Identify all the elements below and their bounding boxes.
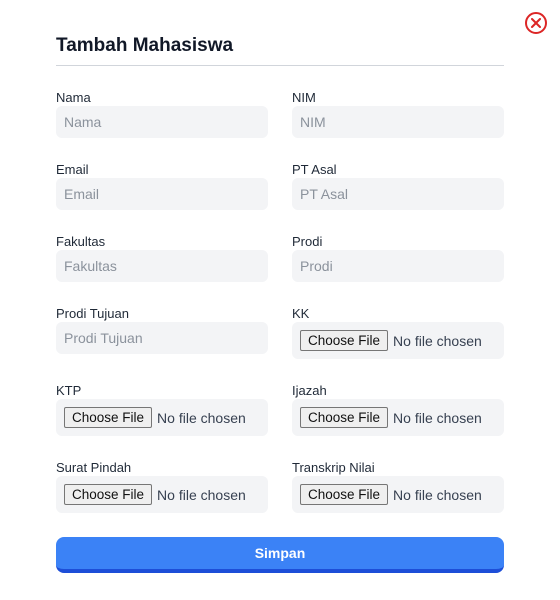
email-label: Email	[56, 162, 89, 177]
surat-pindah-file-status: No file chosen	[157, 486, 246, 503]
ktp-label: KTP	[56, 383, 82, 398]
x-icon	[531, 18, 541, 28]
ijazah-file-input[interactable]: Choose File No file chosen	[292, 399, 504, 436]
nim-label: NIM	[292, 90, 316, 105]
ktp-file-input[interactable]: Choose File No file chosen	[56, 399, 268, 436]
field-ktp: KTP Choose File No file chosen	[56, 383, 268, 460]
prodi-tujuan-input[interactable]	[56, 322, 268, 354]
transkrip-nilai-file-status: No file chosen	[393, 486, 482, 503]
field-transkrip-nilai: Transkrip Nilai Choose File No file chos…	[292, 460, 504, 537]
field-nim: NIM	[292, 90, 504, 162]
ktp-file-status: No file chosen	[157, 409, 246, 426]
surat-pindah-file-input[interactable]: Choose File No file chosen	[56, 476, 268, 513]
title-divider	[56, 65, 504, 66]
field-surat-pindah: Surat Pindah Choose File No file chosen	[56, 460, 268, 537]
fakultas-label: Fakultas	[56, 234, 106, 249]
email-input[interactable]	[56, 178, 268, 210]
field-kk: KK Choose File No file chosen	[292, 306, 504, 383]
nama-label: Nama	[56, 90, 91, 105]
field-prodi: Prodi	[292, 234, 504, 306]
field-email: Email	[56, 162, 268, 234]
nim-input[interactable]	[292, 106, 504, 138]
field-fakultas: Fakultas	[56, 234, 268, 306]
kk-label: KK	[292, 306, 310, 321]
nama-input[interactable]	[56, 106, 268, 138]
close-icon[interactable]	[525, 12, 547, 34]
kk-file-input[interactable]: Choose File No file chosen	[292, 322, 504, 359]
ijazah-file-status: No file chosen	[393, 409, 482, 426]
form-grid: Nama NIM Email PT Asal Fakultas Prodi Pr…	[56, 90, 504, 537]
surat-pindah-choose-file-button[interactable]: Choose File	[64, 484, 153, 505]
transkrip-nilai-choose-file-button[interactable]: Choose File	[300, 484, 389, 505]
pt-asal-label: PT Asal	[292, 162, 337, 177]
field-ijazah: Ijazah Choose File No file chosen	[292, 383, 504, 460]
kk-file-status: No file chosen	[393, 332, 482, 349]
fakultas-input[interactable]	[56, 250, 268, 282]
prodi-input[interactable]	[292, 250, 504, 282]
kk-choose-file-button[interactable]: Choose File	[300, 330, 389, 351]
surat-pindah-label: Surat Pindah	[56, 460, 132, 475]
field-nama: Nama	[56, 90, 268, 162]
modal-title: Tambah Mahasiswa	[56, 35, 234, 56]
ijazah-label: Ijazah	[292, 383, 327, 398]
ktp-choose-file-button[interactable]: Choose File	[64, 407, 153, 428]
ijazah-choose-file-button[interactable]: Choose File	[300, 407, 389, 428]
field-prodi-tujuan: Prodi Tujuan	[56, 306, 268, 383]
transkrip-nilai-file-input[interactable]: Choose File No file chosen	[292, 476, 504, 513]
submit-button[interactable]: Simpan	[56, 537, 504, 573]
prodi-tujuan-label: Prodi Tujuan	[56, 306, 129, 321]
pt-asal-input[interactable]	[292, 178, 504, 210]
field-pt-asal: PT Asal	[292, 162, 504, 234]
transkrip-nilai-label: Transkrip Nilai	[292, 460, 375, 475]
prodi-label: Prodi	[292, 234, 323, 249]
